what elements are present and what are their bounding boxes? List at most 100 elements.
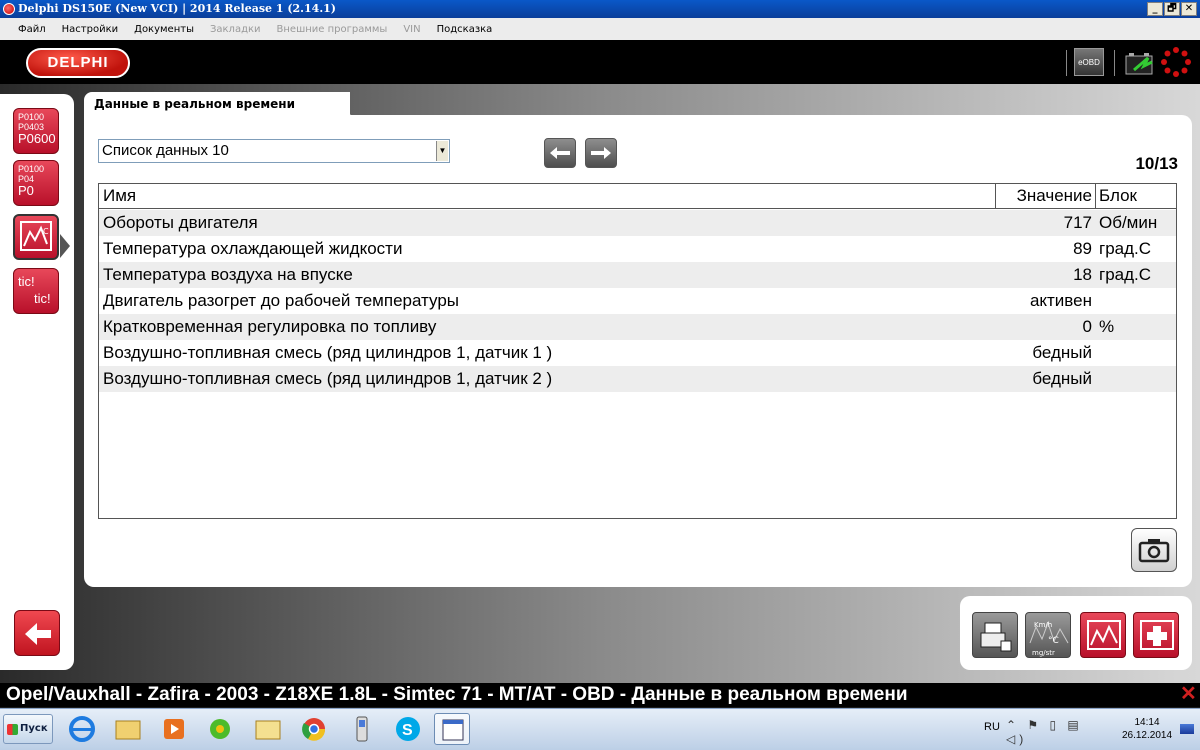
svg-text:S: S — [402, 722, 413, 739]
data-list-select[interactable]: Список данных 10 ▼ — [98, 139, 450, 163]
clock-date: 26.12.2014 — [1121, 730, 1173, 741]
delphi-logo: DELPHI — [26, 48, 130, 78]
code-label: P0 — [18, 183, 34, 198]
clear-codes-icon: P0100 P04 P0 — [14, 161, 58, 201]
close-icon[interactable]: ✕ — [1180, 681, 1197, 706]
clock[interactable]: 14:14 26.12.2014 — [1118, 716, 1176, 742]
column-header-value[interactable]: Значение — [995, 184, 1094, 208]
system-tray[interactable]: ⌃ ⚑ ▯ ▤ ◁) — [1006, 718, 1110, 746]
graph-button[interactable] — [1080, 612, 1126, 658]
table-row[interactable]: Температура воздуха на впуске 18 град.С — [99, 262, 1176, 288]
row-value: 717 — [1063, 213, 1092, 232]
units-button[interactable]: Km/h °C mg/str — [1025, 612, 1071, 658]
unit-label: Km/h — [1034, 621, 1052, 629]
row-value: 89 — [1073, 239, 1092, 258]
window-title: Delphi DS150E (New VCI) | 2014 Release 1… — [18, 2, 337, 15]
row-value: 18 — [1073, 265, 1092, 284]
prev-list-button[interactable] — [544, 138, 576, 168]
next-list-button[interactable] — [585, 138, 617, 168]
folder-icon[interactable] — [110, 713, 146, 745]
code-label: P0100 — [18, 164, 45, 174]
snapshot-button[interactable] — [1131, 528, 1177, 572]
row-unit: град.С — [1099, 239, 1152, 258]
menu-help[interactable]: Подсказка — [429, 24, 501, 35]
phone-icon[interactable] — [344, 713, 380, 745]
chrome-icon[interactable] — [296, 713, 332, 745]
ie-icon[interactable] — [64, 713, 100, 745]
arrow-left-icon — [550, 147, 570, 159]
code-label: P0600 — [18, 131, 56, 146]
table-row[interactable]: Кратковременная регулировка по топливу 0… — [99, 314, 1176, 340]
select-value: Список данных 10 — [102, 142, 229, 159]
gear-icon[interactable] — [1160, 46, 1192, 78]
row-value: бедный — [1032, 369, 1092, 388]
header-divider — [1066, 50, 1067, 76]
start-button[interactable]: Пуск — [3, 714, 53, 744]
live-data-button[interactable]: °C — [13, 214, 59, 260]
menu-documents[interactable]: Документы — [126, 24, 202, 35]
live-data-table: Имя Значение Блок Обороты двигателя 717 … — [98, 183, 1177, 519]
column-header-unit[interactable]: Блок — [1095, 184, 1176, 208]
fault-codes-icon: P0100 P0403 P0600 — [14, 109, 58, 149]
row-unit: % — [1099, 317, 1115, 336]
window-title-bar: Delphi DS150E (New VCI) | 2014 Release 1… — [0, 0, 1200, 18]
skype-icon[interactable]: S — [390, 713, 426, 745]
menu-external-programs: Внешние программы — [276, 23, 388, 35]
chevron-down-icon[interactable]: ▼ — [436, 141, 448, 161]
row-value: активен — [1029, 291, 1092, 310]
table-row[interactable]: Обороты двигателя 717 Об/мин — [99, 210, 1176, 236]
row-name: Воздушно-топливная смесь (ряд цилиндров … — [103, 343, 553, 362]
vehicle-status-bar: Opel/Vauxhall - Zafira - 2003 - Z18XE 1.… — [0, 683, 1200, 707]
clock-time: 14:14 — [1134, 717, 1160, 728]
table-row[interactable]: Двигатель разогрет до рабочей температур… — [99, 288, 1176, 314]
row-value: 0 — [1082, 317, 1092, 336]
add-gauge-icon — [1140, 620, 1174, 650]
folder-icon[interactable] — [250, 713, 286, 745]
print-button[interactable] — [972, 612, 1018, 658]
table-row[interactable]: Воздушно-топливная смесь (ряд цилиндров … — [99, 366, 1176, 392]
row-unit: Об/мин — [1099, 213, 1158, 232]
windows-logo-icon — [7, 724, 18, 735]
back-arrow-icon — [25, 623, 51, 645]
menu-file[interactable]: Файл — [10, 24, 54, 35]
menu-bookmarks: Закладки — [209, 23, 261, 35]
table-row[interactable]: Воздушно-топливная смесь (ряд цилиндров … — [99, 340, 1176, 366]
add-parameter-button[interactable] — [1133, 612, 1179, 658]
column-header-name[interactable]: Имя — [103, 184, 136, 208]
active-indicator-arrow — [60, 234, 70, 258]
start-label: Пуск — [20, 723, 48, 734]
unit-label: °C — [1048, 636, 1059, 646]
show-desktop-icon[interactable] — [1180, 724, 1194, 734]
gauge-chart-icon: °C — [20, 221, 52, 251]
minimize-button[interactable]: _ — [1147, 2, 1163, 16]
actuators-button[interactable]: tic! tic! — [13, 268, 59, 314]
app-header: DELPHI eOBD — [0, 40, 1200, 84]
back-button[interactable] — [14, 610, 60, 656]
close-button[interactable]: ✕ — [1181, 2, 1197, 16]
row-name: Температура воздуха на впуске — [103, 265, 353, 284]
icq-icon[interactable] — [202, 713, 238, 745]
row-name: Двигатель разогрет до рабочей температур… — [103, 291, 460, 310]
media-player-icon[interactable] — [156, 713, 192, 745]
language-indicator[interactable]: RU — [984, 721, 1000, 733]
window-icon[interactable] — [434, 713, 470, 745]
code-label: P0100 — [18, 112, 45, 122]
app-icon — [3, 3, 15, 15]
menu-settings[interactable]: Настройки — [54, 24, 126, 35]
table-row[interactable]: Температура охлаждающей жидкости 89 град… — [99, 236, 1176, 262]
restore-button[interactable]: 🗗 — [1164, 2, 1180, 16]
row-unit: град.С — [1099, 265, 1152, 284]
svg-text:°C: °C — [39, 227, 49, 236]
fault-codes-button[interactable]: P0100 P0403 P0600 — [13, 108, 59, 154]
row-name: Кратковременная регулировка по топливу — [103, 317, 437, 336]
header-divider — [1114, 50, 1115, 76]
tab-edge — [324, 92, 352, 116]
eobd-button[interactable]: eOBD — [1074, 48, 1104, 76]
tic-label: tic! — [34, 291, 51, 306]
row-name: Обороты двигателя — [103, 213, 258, 232]
menu-bar: Файл Настройки Документы Закладки Внешни… — [0, 18, 1200, 40]
clear-codes-button[interactable]: P0100 P04 P0 — [13, 160, 59, 206]
battery-icon[interactable] — [1124, 48, 1154, 76]
window-controls: _ 🗗 ✕ — [1147, 2, 1197, 16]
camera-icon — [1138, 539, 1170, 563]
